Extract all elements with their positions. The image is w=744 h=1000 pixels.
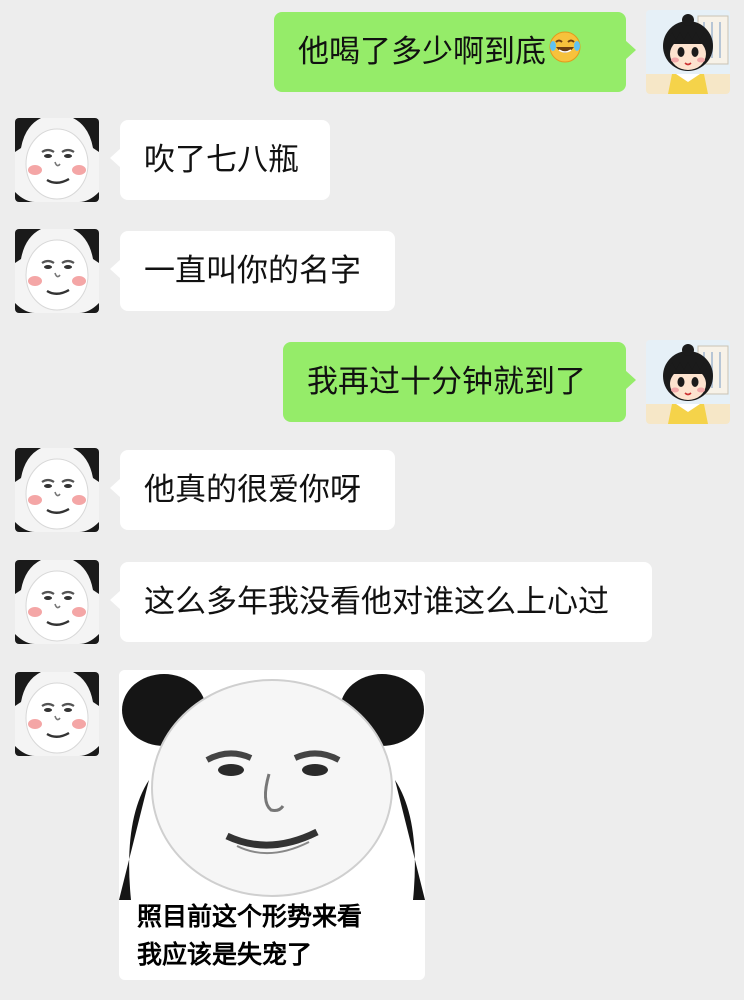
message-bubble-outgoing[interactable]: 他喝了多少啊到底 [274,12,636,94]
avatar-friend[interactable] [15,118,99,202]
avatar-friend[interactable] [15,448,99,532]
message-bubble-incoming[interactable]: 他真的很爱你呀 [110,450,395,530]
message-bubble-incoming[interactable]: 这么多年我没看他对谁这么上心过 [110,562,652,642]
message-text: 一直叫你的名字 [144,253,361,289]
panda-meme-icon [15,118,99,202]
panda-meme-icon [15,448,99,532]
message-bubble-outgoing[interactable]: 我再过十分钟就到了 [283,342,636,422]
panda-meme-icon [15,672,99,756]
cartoon-girl-icon [646,10,730,94]
sticker-caption-line1: 照目前这个形势来看 [137,902,363,931]
message-bubble-incoming[interactable]: 一直叫你的名字 [110,231,395,311]
avatar-friend[interactable] [15,229,99,313]
message-text: 吹了七八瓶 [144,142,299,178]
sticker-caption-line2: 我应该是失宠了 [137,940,313,969]
panda-meme-sticker-icon [119,670,425,900]
avatar-me[interactable] [646,10,730,94]
avatar-me[interactable] [646,340,730,424]
message-text: 我再过十分钟就到了 [307,364,586,400]
message-bubble-incoming[interactable]: 吹了七八瓶 [110,120,330,200]
avatar-friend[interactable] [15,672,99,756]
sticker-caption: 照目前这个形势来看 我应该是失宠了 [137,898,362,974]
panda-meme-icon [15,560,99,644]
laughing-crying-emoji-icon [548,14,582,94]
avatar-friend[interactable] [15,560,99,644]
sticker-image[interactable]: 照目前这个形势来看 我应该是失宠了 [119,670,425,980]
message-text: 他喝了多少啊到底 [298,34,546,70]
panda-meme-icon [15,229,99,313]
cartoon-girl-icon [646,340,730,424]
message-text: 他真的很爱你呀 [144,472,361,508]
message-text: 这么多年我没看他对谁这么上心过 [144,584,609,620]
